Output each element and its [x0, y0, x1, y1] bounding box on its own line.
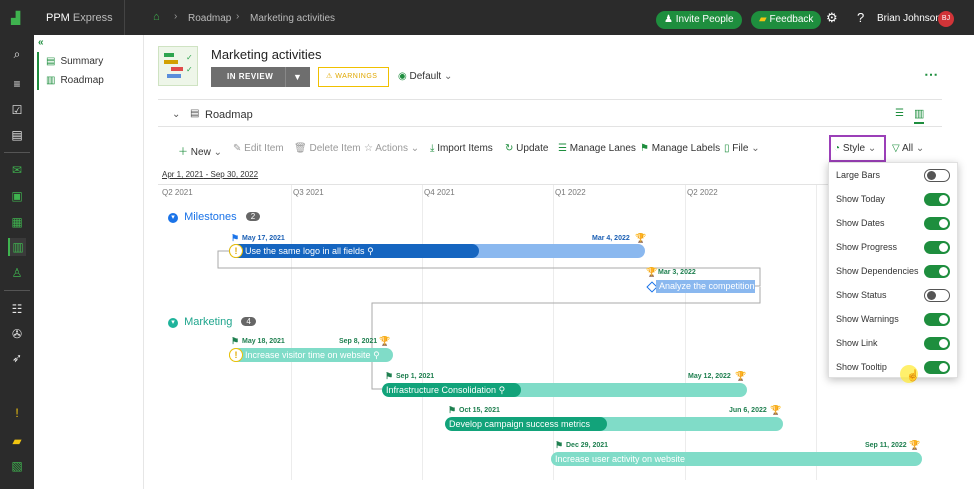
- start-flag-icon: ⚑: [231, 233, 240, 243]
- trophy-icon: 🏆: [646, 267, 658, 277]
- toggle-show-today[interactable]: [924, 193, 950, 206]
- style-option-label: Show Link: [836, 338, 878, 348]
- toggle-show-link[interactable]: [924, 337, 950, 350]
- item-end-date: Sep 11, 2022: [865, 442, 907, 449]
- item-start-date: Dec 29, 2021: [566, 442, 609, 449]
- style-option-label: Large Bars: [836, 170, 881, 180]
- roadmap-bar[interactable]: Increase visitor time on website ⚲: [229, 348, 393, 362]
- warning-icon[interactable]: !: [229, 348, 243, 362]
- start-flag-icon: ⚑: [555, 440, 564, 450]
- start-flag-icon: ⚑: [231, 336, 240, 346]
- item-end-date: Sep 8, 2021: [339, 338, 378, 345]
- toggle-show-status[interactable]: [924, 289, 950, 302]
- item-end-date: Jun 6, 2022: [729, 407, 767, 414]
- item-start-date: May 17, 2021: [242, 235, 285, 242]
- hand-cursor-icon: ☝: [906, 370, 920, 382]
- toggle-large-bars[interactable]: [924, 169, 950, 182]
- lane-title: Marketing: [184, 316, 233, 328]
- item-start-date: Oct 15, 2021: [459, 407, 500, 414]
- roadmap-bar[interactable]: Increase user activity on website: [551, 452, 922, 466]
- style-option-label: Show Dependencies: [836, 266, 919, 276]
- trophy-icon: 🏆: [735, 371, 747, 381]
- trophy-icon: 🏆: [770, 405, 782, 415]
- lane-milestones[interactable]: ▾ Milestones 2: [168, 211, 261, 223]
- toggle-show-dependencies[interactable]: [924, 265, 950, 278]
- roadmap-bar[interactable]: Infrastructure Consolidation ⚲: [382, 383, 747, 397]
- warning-icon[interactable]: !: [229, 244, 243, 258]
- start-flag-icon: ⚑: [385, 371, 394, 381]
- start-flag-icon: ⚑: [448, 405, 457, 415]
- lane-collapse-icon[interactable]: ▾: [168, 318, 178, 328]
- lane-count-badge: 4: [241, 317, 256, 326]
- toggle-show-tooltip[interactable]: [924, 361, 950, 374]
- lane-marketing[interactable]: ▾ Marketing 4: [168, 316, 256, 328]
- item-end-date: May 12, 2022: [688, 373, 731, 380]
- style-option-label: Show Dates: [836, 218, 885, 228]
- lane-count-badge: 2: [245, 212, 261, 221]
- item-start-date: Sep 1, 2021: [396, 373, 435, 380]
- style-option-label: Show Today: [836, 194, 885, 204]
- toggle-show-dates[interactable]: [924, 217, 950, 230]
- toggle-show-progress[interactable]: [924, 241, 950, 254]
- item-end-date: Mar 4, 2022: [592, 235, 630, 242]
- roadmap-bar[interactable]: Develop campaign success metrics: [445, 417, 783, 431]
- roadmap-bar[interactable]: Use the same logo in all fields ⚲: [229, 244, 645, 258]
- lane-title: Milestones: [184, 211, 237, 223]
- style-option-label: Show Progress: [836, 242, 898, 252]
- style-option-label: Show Status: [836, 290, 887, 300]
- style-option-label: Show Warnings: [836, 314, 899, 324]
- lane-collapse-icon[interactable]: ▾: [168, 213, 178, 223]
- trophy-icon: 🏆: [379, 336, 391, 346]
- roadmap-bar[interactable]: Analyze the competition: [656, 280, 755, 293]
- trophy-icon: 🏆: [635, 233, 647, 243]
- item-start-date: May 18, 2021: [242, 338, 285, 345]
- item-date: Mar 3, 2022: [658, 269, 696, 276]
- toggle-show-warnings[interactable]: [924, 313, 950, 326]
- style-option-label: Show Tooltip: [836, 362, 887, 372]
- trophy-icon: 🏆: [909, 440, 921, 450]
